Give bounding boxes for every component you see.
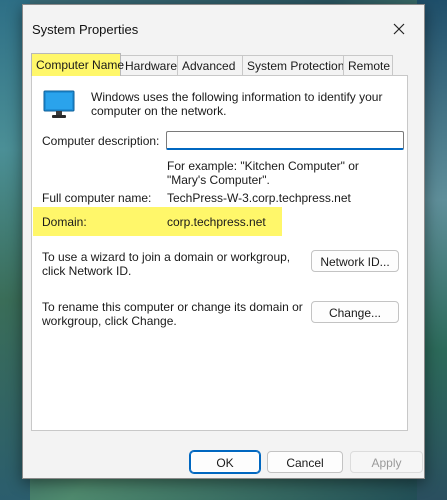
tab-advanced[interactable]: Advanced — [177, 55, 243, 76]
cancel-button[interactable]: Cancel — [267, 451, 343, 473]
intro-text: Windows uses the following information t… — [91, 90, 383, 118]
full-name-value: TechPress-W-3.corp.techpress.net — [167, 191, 351, 205]
computer-name-panel: Windows uses the following information t… — [31, 75, 408, 431]
system-properties-window: System Properties Computer Name Hardware… — [22, 4, 425, 479]
network-id-button[interactable]: Network ID... — [311, 250, 399, 272]
example-hint: For example: "Kitchen Computer" or "Mary… — [167, 159, 359, 187]
full-name-label: Full computer name: — [42, 191, 152, 205]
close-button[interactable] — [388, 18, 410, 40]
close-icon — [393, 23, 405, 35]
ok-button[interactable]: OK — [189, 450, 261, 474]
domain-value: corp.techpress.net — [167, 215, 266, 229]
description-label: Computer description: — [42, 134, 160, 148]
domain-label: Domain: — [42, 215, 87, 229]
computer-description-input[interactable] — [166, 131, 404, 150]
window-title: System Properties — [32, 22, 139, 37]
change-button[interactable]: Change... — [311, 301, 399, 323]
tab-remote[interactable]: Remote — [343, 55, 393, 76]
rename-text: To rename this computer or change its do… — [42, 300, 303, 328]
tab-hardware[interactable]: Hardware — [120, 55, 178, 76]
tab-computer-name[interactable]: Computer Name — [31, 53, 124, 76]
network-id-text: To use a wizard to join a domain or work… — [42, 250, 291, 278]
tab-bar: Computer Name Hardware Advanced System P… — [31, 53, 393, 76]
tab-system-protection[interactable]: System Protection — [242, 55, 344, 76]
apply-button[interactable]: Apply — [350, 451, 423, 473]
monitor-icon — [43, 90, 75, 118]
title-bar: System Properties — [23, 5, 424, 47]
